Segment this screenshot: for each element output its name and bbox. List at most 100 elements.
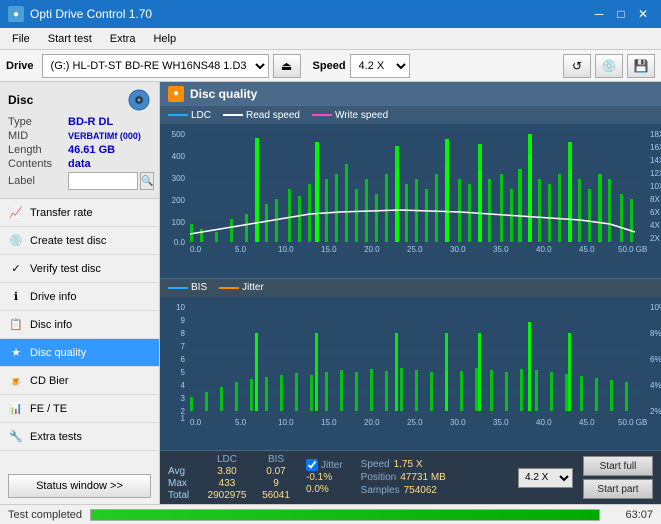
svg-text:25.0: 25.0 [407, 418, 423, 427]
svg-text:5.0: 5.0 [235, 418, 247, 427]
disc-button[interactable]: 💿 [595, 54, 623, 78]
title-bar: ● Opti Drive Control 1.70 ─ □ ✕ [0, 0, 661, 28]
minimize-button[interactable]: ─ [589, 4, 609, 24]
speed-label: Speed [313, 60, 346, 72]
sidebar-item-fe-te-label: FE / TE [30, 403, 67, 415]
sidebar-item-cd-bier[interactable]: 🍺 CD Bier [0, 367, 159, 395]
drive-toolbar: Drive (G:) HL-DT-ST BD-RE WH16NS48 1.D3 … [0, 50, 661, 82]
legend-ldc: LDC [168, 110, 211, 121]
start-full-button[interactable]: Start full [583, 456, 653, 476]
svg-text:20.0: 20.0 [364, 418, 380, 427]
title-bar-left: ● Opti Drive Control 1.70 [8, 6, 152, 22]
svg-text:45.0: 45.0 [579, 245, 595, 254]
start-part-button[interactable]: Start part [583, 479, 653, 499]
main-layout: Disc Type BD-R DL MID VERBATIMf (000) Le… [0, 82, 661, 504]
eject-button[interactable]: ⏏ [273, 54, 301, 78]
stats-avg-ldc: 3.80 [202, 466, 252, 477]
svg-text:20.0: 20.0 [364, 245, 380, 254]
disc-mid-value: VERBATIMf (000) [68, 131, 141, 141]
svg-text:8: 8 [181, 329, 186, 338]
progress-bar [91, 510, 599, 520]
svg-text:4%: 4% [650, 381, 661, 390]
svg-text:0.0: 0.0 [190, 245, 202, 254]
menu-start-test[interactable]: Start test [40, 28, 100, 50]
svg-text:4X: 4X [650, 221, 660, 230]
sidebar-item-extra-tests[interactable]: 🔧 Extra tests [0, 423, 159, 451]
svg-text:12X: 12X [650, 169, 661, 178]
svg-text:0.0: 0.0 [190, 418, 202, 427]
disc-label-row: Label 🔍 [8, 172, 151, 190]
speed-select-stats[interactable]: 4.2 X [518, 468, 573, 488]
stats-ldc-header: LDC [202, 454, 252, 465]
action-buttons: Start full Start part [583, 456, 653, 499]
menu-file[interactable]: File [4, 28, 38, 50]
svg-text:3: 3 [181, 394, 186, 403]
svg-text:15.0: 15.0 [321, 418, 337, 427]
disc-label-button[interactable]: 🔍 [140, 172, 154, 190]
stats-max-jitter: 0.0% [306, 484, 343, 495]
svg-text:25.0: 25.0 [407, 245, 423, 254]
legend-read-speed-label: Read speed [246, 110, 300, 121]
svg-text:0.0: 0.0 [174, 238, 186, 247]
sidebar-item-disc-info[interactable]: 📋 Disc info [0, 311, 159, 339]
disc-quality-icon: ★ [8, 345, 24, 361]
jitter-checkbox-row[interactable]: Jitter [306, 459, 343, 471]
menu-help[interactable]: Help [145, 28, 184, 50]
stats-total-bis: 56041 [256, 490, 296, 501]
svg-text:10X: 10X [650, 182, 661, 191]
drive-select[interactable]: (G:) HL-DT-ST BD-RE WH16NS48 1.D3 [42, 54, 269, 78]
svg-text:16X: 16X [650, 143, 661, 152]
stats-total-row: Total 2902975 56041 [168, 490, 296, 501]
sidebar-item-drive-info-label: Drive info [30, 291, 76, 303]
svg-text:400: 400 [172, 152, 186, 161]
svg-text:5.0: 5.0 [235, 245, 247, 254]
sidebar-item-create-test-disc-label: Create test disc [30, 235, 106, 247]
svg-text:8%: 8% [650, 329, 661, 338]
stats-bar: LDC BIS Avg 3.80 0.07 Max 433 9 Total 29… [160, 450, 661, 504]
svg-text:9: 9 [181, 316, 186, 325]
window-controls: ─ □ ✕ [589, 4, 653, 24]
sidebar-item-verify-test-disc[interactable]: ✓ Verify test disc [0, 255, 159, 283]
status-window-button[interactable]: Status window >> [8, 474, 151, 498]
create-test-disc-icon: 💿 [8, 233, 24, 249]
speed-label: Speed [361, 459, 390, 470]
close-button[interactable]: ✕ [633, 4, 653, 24]
speed-select[interactable]: 4.2 X [350, 54, 410, 78]
position-row: Position 47731 MB [361, 472, 446, 483]
top-chart-svg: 500 400 300 200 100 0.0 18X 16X 14X 12X … [160, 124, 661, 278]
stats-total-label: Total [168, 490, 198, 501]
maximize-button[interactable]: □ [611, 4, 631, 24]
disc-type-label: Type [8, 116, 68, 128]
cd-bier-icon: 🍺 [8, 373, 24, 389]
svg-text:14X: 14X [650, 156, 661, 165]
menu-extra[interactable]: Extra [102, 28, 144, 50]
disc-contents-value: data [68, 158, 91, 170]
drive-label: Drive [6, 60, 34, 72]
sidebar-item-fe-te[interactable]: 📊 FE / TE [0, 395, 159, 423]
stats-speed-col: Speed 1.75 X Position 47731 MB Samples 7… [361, 459, 446, 496]
status-text: Test completed [8, 509, 82, 521]
jitter-checkbox[interactable] [306, 459, 318, 471]
disc-quality-title: Disc quality [190, 87, 257, 101]
disc-header: Disc [8, 88, 151, 112]
sidebar-item-create-test-disc[interactable]: 💿 Create test disc [0, 227, 159, 255]
disc-length-label: Length [8, 144, 68, 156]
sidebar-item-disc-quality[interactable]: ★ Disc quality [0, 339, 159, 367]
stats-avg-row: Avg 3.80 0.07 [168, 466, 296, 477]
save-button[interactable]: 💾 [627, 54, 655, 78]
legend-ldc-color [168, 114, 188, 116]
verify-test-disc-icon: ✓ [8, 261, 24, 277]
svg-text:10%: 10% [650, 303, 661, 312]
sidebar-item-transfer-rate[interactable]: 📈 Transfer rate [0, 199, 159, 227]
samples-row: Samples 754062 [361, 485, 446, 496]
svg-text:4: 4 [181, 381, 186, 390]
disc-length-row: Length 46.61 GB [8, 144, 151, 156]
sidebar-item-drive-info[interactable]: ℹ Drive info [0, 283, 159, 311]
stats-max-ldc: 433 [202, 478, 252, 489]
disc-icon [127, 88, 151, 112]
svg-text:10.0: 10.0 [278, 418, 294, 427]
bottom-chart-svg: 10 9 8 7 6 5 4 3 2 1 10% 8% 6% 4% 2% [160, 297, 661, 451]
disc-label-input[interactable] [68, 172, 138, 190]
stats-max-label: Max [168, 478, 198, 489]
refresh-button[interactable]: ↺ [563, 54, 591, 78]
